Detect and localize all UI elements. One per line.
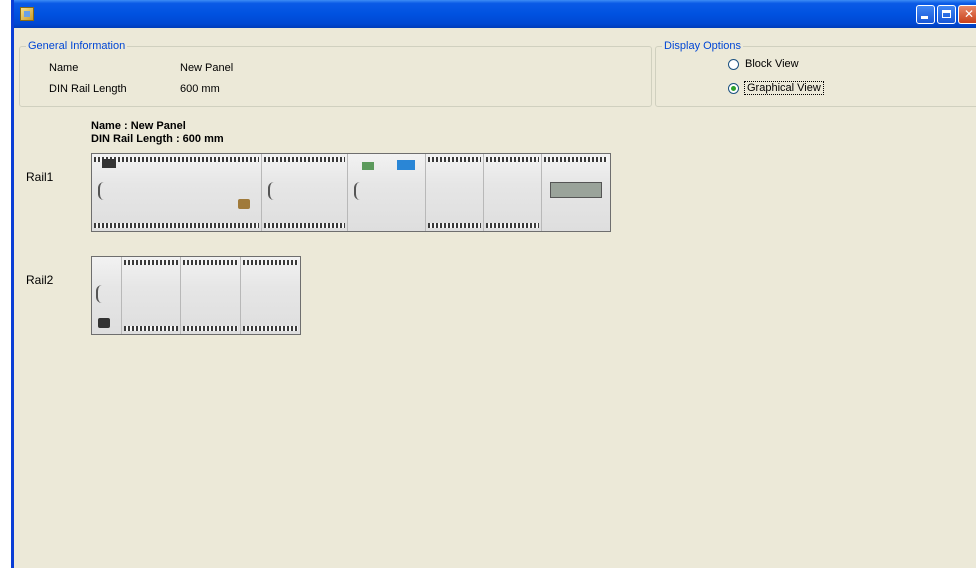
controller-module[interactable] xyxy=(92,154,262,231)
io-module[interactable] xyxy=(484,154,542,231)
terminal-strip xyxy=(183,260,238,265)
terminal-strip xyxy=(486,223,539,228)
terminal-strip xyxy=(486,157,539,162)
block-view-radio[interactable]: Block View xyxy=(728,58,799,70)
general-information-legend: General Information xyxy=(28,40,126,52)
graphical-view-label[interactable]: Graphical View xyxy=(744,81,824,95)
terminal-strip xyxy=(428,157,481,162)
app-icon[interactable] xyxy=(20,7,34,21)
terminal-strip xyxy=(264,157,345,162)
display-options-group: Display Options xyxy=(655,40,976,107)
clip-icon xyxy=(268,182,276,200)
terminal-strip xyxy=(123,260,179,265)
terminal-strip xyxy=(428,223,481,228)
clip-icon xyxy=(96,285,104,303)
rail2-graphic[interactable] xyxy=(91,256,301,335)
terminal-strip xyxy=(242,260,299,265)
radio-checked-icon[interactable] xyxy=(728,82,739,94)
clip-icon xyxy=(98,182,106,200)
panel-length-caption: DIN Rail Length : 600 mm xyxy=(91,133,224,145)
blue-tag-icon xyxy=(397,160,415,170)
maximize-button[interactable] xyxy=(937,5,956,24)
terminal-strip xyxy=(544,157,608,162)
io-module[interactable] xyxy=(426,154,484,231)
block-view-label[interactable]: Block View xyxy=(745,58,799,70)
minimize-button[interactable] xyxy=(916,5,935,24)
terminal-strip xyxy=(123,326,179,331)
terminal-strip xyxy=(183,326,238,331)
name-label: Name xyxy=(49,62,79,74)
rail2-label: Rail2 xyxy=(26,273,54,287)
graphical-view-radio[interactable]: Graphical View xyxy=(728,81,824,95)
panel-name-caption: Name : New Panel xyxy=(91,120,186,132)
rail1-graphic[interactable] xyxy=(91,153,611,232)
rail1-label: Rail1 xyxy=(26,170,54,184)
io-module[interactable] xyxy=(262,154,348,231)
display-screen-icon xyxy=(550,182,602,198)
name-value: New Panel xyxy=(180,62,234,74)
connector-icon xyxy=(98,318,110,328)
display-options-legend: Display Options xyxy=(664,40,742,52)
radio-unchecked-icon[interactable] xyxy=(728,58,739,70)
general-information-group: General Information xyxy=(19,40,652,107)
port-icon xyxy=(102,159,116,168)
clip-icon xyxy=(354,182,362,200)
io-module[interactable] xyxy=(240,257,300,334)
din-rail-length-label: DIN Rail Length xyxy=(49,83,127,95)
application-window: General Information Name New Panel DIN R… xyxy=(11,0,976,568)
din-rail-length-value: 600 mm xyxy=(180,83,220,95)
terminal-strip xyxy=(264,223,345,228)
close-button[interactable] xyxy=(958,5,976,24)
title-bar[interactable] xyxy=(14,0,976,28)
power-module[interactable] xyxy=(92,257,122,334)
io-module[interactable] xyxy=(121,257,182,334)
io-module[interactable] xyxy=(181,257,241,334)
display-module[interactable] xyxy=(542,154,610,231)
terminal-strip xyxy=(94,223,259,228)
connector-icon xyxy=(362,162,374,170)
terminal-strip xyxy=(94,157,259,162)
knob-icon xyxy=(238,199,250,209)
terminal-strip xyxy=(242,326,299,331)
comm-module[interactable] xyxy=(348,154,426,231)
